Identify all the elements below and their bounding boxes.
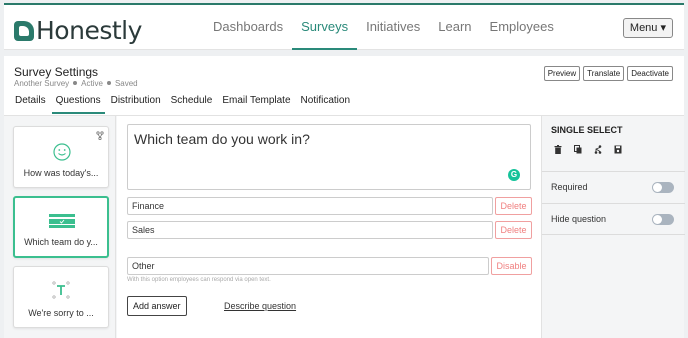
save-state: Saved (114, 79, 138, 88)
honestly-logo-icon (14, 20, 34, 41)
nav-dashboards[interactable]: Dashboards (204, 5, 292, 50)
deactivate-button[interactable]: Deactivate (627, 66, 673, 81)
branch-icon (96, 131, 104, 140)
settings-tabs: Details Questions Distribution Schedule … (11, 92, 356, 114)
survey-actions: Preview Translate Deactivate (543, 66, 673, 81)
smiley-icon (53, 143, 71, 161)
survey-status: Active (81, 79, 103, 88)
question-editor: Which team do you work in? G Finance Del… (117, 116, 541, 338)
question-card-label: Which team do y... (24, 237, 98, 247)
nav-initiatives[interactable]: Initiatives (357, 5, 429, 50)
tab-notification[interactable]: Notification (297, 92, 354, 114)
question-text: Which team do you work in? (134, 131, 310, 147)
answer-input[interactable]: Sales (127, 221, 493, 239)
describe-question-link[interactable]: Describe question (224, 301, 296, 311)
question-card-label: We're sorry to ... (28, 308, 94, 318)
question-text-field[interactable]: Which team do you work in? G (127, 124, 531, 190)
separator-dot (73, 81, 78, 86)
add-answer-button[interactable]: Add answer (127, 296, 187, 316)
nav-employees[interactable]: Employees (481, 5, 563, 50)
menu-button[interactable]: Menu ▾ (622, 18, 673, 38)
question-settings-sidebar: SINGLE SELECT Required Hide question (541, 116, 685, 338)
survey-meta: Another Survey Active Saved (14, 79, 138, 88)
trash-icon[interactable] (554, 145, 562, 154)
hide-question-setting: Hide question (542, 203, 685, 235)
tab-schedule[interactable]: Schedule (167, 92, 217, 114)
delete-answer-button[interactable]: Delete (495, 221, 532, 239)
question-card[interactable]: We're sorry to ... (13, 266, 109, 328)
nav-learn[interactable]: Learn (429, 5, 480, 50)
hide-question-toggle[interactable] (652, 214, 674, 225)
save-icon[interactable] (614, 145, 622, 154)
delete-answer-button[interactable]: Delete (495, 197, 532, 215)
main-nav: Dashboards Surveys Initiatives Learn Emp… (204, 5, 563, 50)
separator-dot (106, 81, 111, 86)
grammarly-icon[interactable]: G (508, 169, 520, 181)
preview-button[interactable]: Preview (543, 66, 581, 81)
text-icon (52, 281, 70, 299)
question-card-label: How was today's... (23, 168, 99, 178)
branch-icon[interactable] (594, 145, 602, 154)
required-toggle[interactable] (652, 182, 674, 193)
question-toolbar (554, 145, 622, 154)
questions-workspace: How was today's... Which team do y... We… (4, 115, 685, 338)
question-card[interactable]: How was today's... (13, 126, 109, 188)
tab-questions[interactable]: Questions (51, 92, 105, 114)
survey-name: Another Survey (14, 79, 70, 88)
survey-settings-panel: Survey Settings Another Survey Active Save… (4, 56, 685, 338)
hide-question-label: Hide question (551, 214, 607, 224)
translate-button[interactable]: Translate (583, 66, 625, 81)
other-answer-input[interactable]: Other (127, 257, 489, 275)
tab-distribution[interactable]: Distribution (107, 92, 165, 114)
required-label: Required (551, 182, 588, 192)
disable-other-button[interactable]: Disable (491, 257, 532, 275)
other-hint-text: With this option employees can respond v… (127, 277, 271, 283)
brand-name: Honestly (36, 16, 142, 45)
duplicate-icon[interactable] (574, 145, 582, 154)
answer-input[interactable]: Finance (127, 197, 493, 215)
question-list: How was today's... Which team do y... We… (4, 116, 116, 338)
tab-details[interactable]: Details (11, 92, 50, 114)
single-select-icon (49, 214, 75, 228)
required-setting: Required (542, 171, 685, 203)
page-title: Survey Settings (14, 65, 99, 79)
question-card-selected[interactable]: Which team do y... (13, 196, 109, 258)
top-navbar: Honestly Dashboards Surveys Initiatives … (4, 3, 684, 50)
tab-email-template[interactable]: Email Template (218, 92, 294, 114)
brand-logo[interactable]: Honestly (14, 16, 142, 45)
nav-surveys[interactable]: Surveys (292, 5, 358, 50)
question-type-title: SINGLE SELECT (551, 125, 623, 135)
